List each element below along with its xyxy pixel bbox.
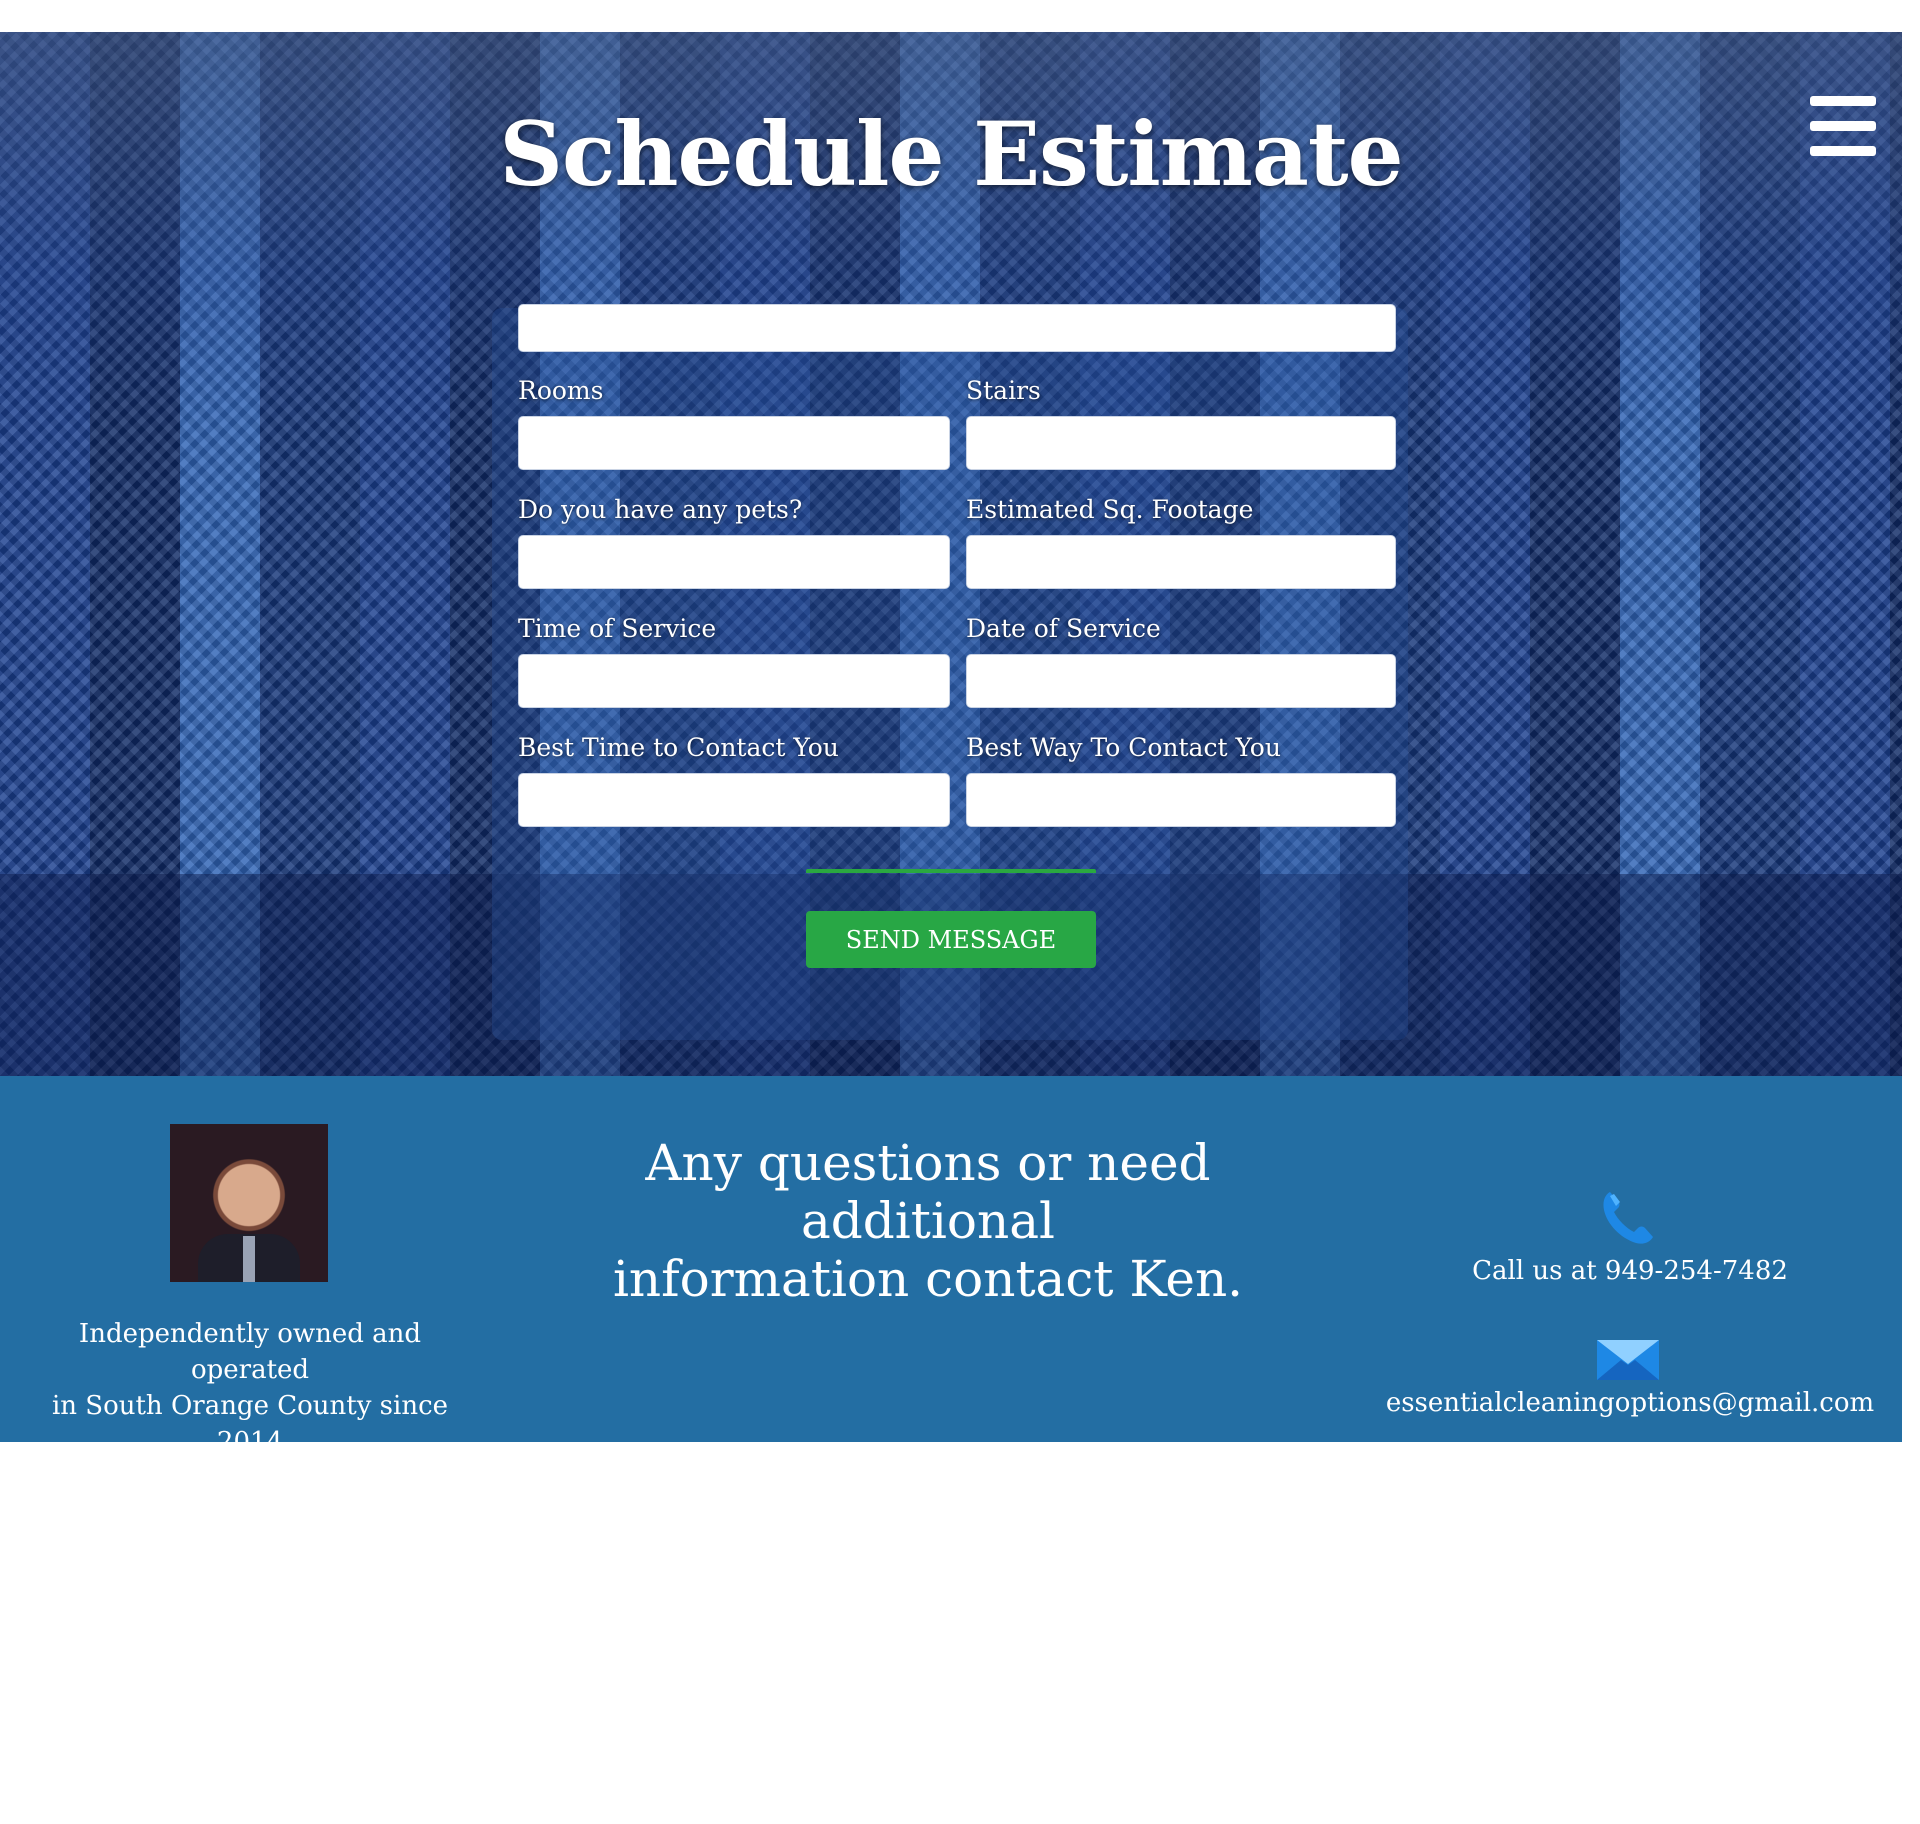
date-of-service-label: Date of Service [966, 614, 1161, 643]
rooms-label: Rooms [518, 376, 604, 405]
owner-photo-tie [243, 1236, 255, 1282]
contact-heading: Any questions or need additional informa… [600, 1134, 1256, 1308]
email-text[interactable]: essentialcleaningoptions@gmail.com [1330, 1388, 1902, 1418]
about-line: 2014 [216, 1427, 284, 1442]
best-time-contact-input[interactable] [518, 773, 950, 827]
stairs-input[interactable] [966, 416, 1396, 470]
best-way-contact-input[interactable] [966, 773, 1396, 827]
send-message-button[interactable]: SEND MESSAGE [806, 911, 1096, 968]
top-bar [0, 0, 1920, 32]
date-of-service-input[interactable] [966, 654, 1396, 708]
hamburger-menu-icon[interactable] [1808, 96, 1878, 160]
menu-bar [1810, 96, 1876, 106]
time-of-service-label: Time of Service [518, 614, 717, 643]
rooms-input[interactable] [518, 416, 950, 470]
pets-label: Do you have any pets? [518, 495, 803, 524]
best-time-contact-label: Best Time to Contact You [518, 733, 839, 762]
contact-heading-line: information contact Ken. [612, 1250, 1244, 1308]
about-line: Independently owned and [78, 1319, 422, 1349]
about-text: Independently owned and operated in Sout… [40, 1316, 460, 1442]
best-way-contact-label: Best Way To Contact You [966, 733, 1281, 762]
envelope-icon[interactable] [1597, 1340, 1659, 1380]
time-of-service-input[interactable] [518, 654, 950, 708]
phone-text[interactable]: Call us at 949-254-7482 [1380, 1256, 1880, 1286]
about-line: in South Orange County since [51, 1391, 449, 1421]
sq-footage-label: Estimated Sq. Footage [966, 495, 1254, 524]
page-title: Schedule Estimate [499, 102, 1403, 206]
about-line: operated [190, 1355, 310, 1385]
sq-footage-input[interactable] [966, 535, 1396, 589]
pets-input[interactable] [518, 535, 950, 589]
contact-heading-line: Any questions or need [645, 1134, 1211, 1192]
submit-button-edge [806, 869, 1096, 873]
menu-bar [1810, 121, 1876, 131]
phone-icon[interactable] [1596, 1186, 1660, 1250]
owner-photo [170, 1124, 328, 1282]
footer: Independently owned and operated in Sout… [0, 1076, 1902, 1442]
stairs-label: Stairs [966, 376, 1041, 405]
top-input[interactable] [518, 304, 1396, 352]
menu-bar [1810, 146, 1876, 156]
contact-heading-line: additional [800, 1192, 1055, 1250]
